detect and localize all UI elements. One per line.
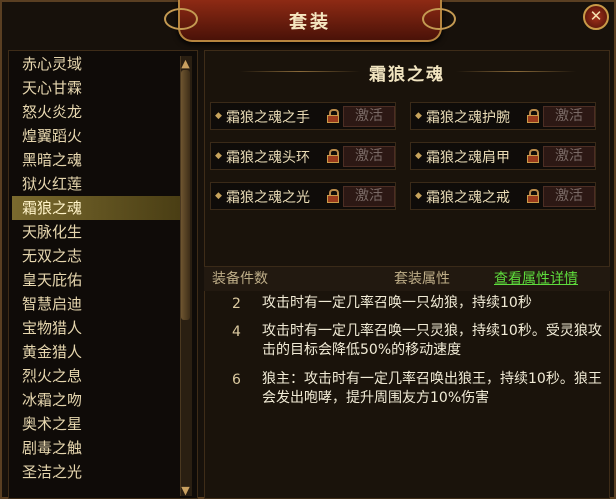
set-list-item[interactable]: 黄金猎人 xyxy=(12,340,180,364)
lock-icon xyxy=(527,149,539,163)
set-piece: ◆ 霜狼之魂头环 激活 xyxy=(210,142,396,170)
diamond-icon: ◆ xyxy=(215,111,222,121)
set-list-item[interactable]: 赤心灵域 xyxy=(12,52,180,76)
set-list: 赤心灵域 天心甘霖 怒火炎龙 煌翼蹈火 黑暗之魂 狱火红莲 霜狼之魂 天脉化生 无双之志 皇天庇佑… xyxy=(12,52,180,484)
lock-icon xyxy=(327,109,339,123)
lock-icon xyxy=(327,189,339,203)
header-piece-count: 装备件数 xyxy=(212,271,268,287)
set-list-item[interactable]: 智慧启迪 xyxy=(12,292,180,316)
scroll-down-icon[interactable]: ▼ xyxy=(179,484,192,497)
bonus-piece-count: 2 xyxy=(232,296,241,312)
set-list-item[interactable]: 皇天庇佑 xyxy=(12,268,180,292)
set-list-item[interactable]: 煌翼蹈火 xyxy=(12,124,180,148)
activate-button[interactable]: 激活 xyxy=(343,146,395,167)
diamond-icon: ◆ xyxy=(415,111,422,121)
bonus-description: 狼主：攻击时有一定几率召唤出狼王，持续10秒。狼王会发出咆哮，提升周围友方10%… xyxy=(262,371,602,406)
set-list-item[interactable]: 烈火之息 xyxy=(12,364,180,388)
set-list-item[interactable]: 怒火炎龙 xyxy=(12,100,180,124)
set-list-item[interactable]: 圣洁之光 xyxy=(12,460,180,484)
scroll-up-icon[interactable]: ▲ xyxy=(179,57,192,70)
activate-button[interactable]: 激活 xyxy=(543,146,595,167)
set-piece: ◆ 霜狼之魂护腕 激活 xyxy=(410,102,596,130)
set-piece: ◆ 霜狼之魂肩甲 激活 xyxy=(410,142,596,170)
piece-name: 霜狼之魂头环 xyxy=(226,150,310,166)
set-list-item[interactable]: 宝物猎人 xyxy=(12,316,180,340)
set-list-item[interactable]: 天心甘霖 xyxy=(12,76,180,100)
set-title: 霜狼之魂 xyxy=(369,65,445,85)
piece-name: 霜狼之魂护腕 xyxy=(426,110,510,126)
set-list-item[interactable]: 奥术之星 xyxy=(12,412,180,436)
diamond-icon: ◆ xyxy=(415,151,422,161)
diamond-icon: ◆ xyxy=(215,151,222,161)
bonus-description: 攻击时有一定几率召唤一只幼狼，持续10秒 xyxy=(262,295,532,311)
view-details-link[interactable]: 查看属性详情 xyxy=(494,268,578,288)
window-title-plate: 套装 xyxy=(164,0,456,42)
scrollbar-thumb[interactable] xyxy=(181,70,190,320)
window-title: 套装 xyxy=(289,12,331,33)
set-list-item[interactable]: 冰霜之吻 xyxy=(12,388,180,412)
bonus-description: 攻击时有一定几率召唤一只灵狼，持续10秒。受灵狼攻击的目标会降低50%的移动速度 xyxy=(262,323,602,358)
header-set-attributes: 套装属性 xyxy=(394,271,450,287)
set-piece: ◆ 霜狼之魂之光 激活 xyxy=(210,182,396,210)
lock-icon xyxy=(527,109,539,123)
bonus-piece-count: 6 xyxy=(232,372,241,388)
bonus-piece-count: 4 xyxy=(232,324,241,340)
set-list-item[interactable]: 霜狼之魂 xyxy=(12,196,180,220)
piece-name: 霜狼之魂之光 xyxy=(226,190,310,206)
activate-button[interactable]: 激活 xyxy=(343,186,395,207)
piece-name: 霜狼之魂之手 xyxy=(226,110,310,126)
piece-name: 霜狼之魂之戒 xyxy=(426,190,510,206)
diamond-icon: ◆ xyxy=(215,191,222,201)
set-list-item[interactable]: 无双之志 xyxy=(12,244,180,268)
close-icon[interactable]: ✕ xyxy=(583,4,609,30)
set-list-item[interactable]: 剧毒之触 xyxy=(12,436,180,460)
piece-name: 霜狼之魂肩甲 xyxy=(426,150,510,166)
set-list-item[interactable]: 黑暗之魂 xyxy=(12,148,180,172)
activate-button[interactable]: 激活 xyxy=(543,186,595,207)
set-piece: ◆ 霜狼之魂之戒 激活 xyxy=(410,182,596,210)
set-list-item[interactable]: 狱火红莲 xyxy=(12,172,180,196)
activate-button[interactable]: 激活 xyxy=(543,106,595,127)
lock-icon xyxy=(327,149,339,163)
activate-button[interactable]: 激活 xyxy=(343,106,395,127)
set-list-item[interactable]: 天脉化生 xyxy=(12,220,180,244)
set-piece: ◆ 霜狼之魂之手 激活 xyxy=(210,102,396,130)
lock-icon xyxy=(527,189,539,203)
diamond-icon: ◆ xyxy=(415,191,422,201)
